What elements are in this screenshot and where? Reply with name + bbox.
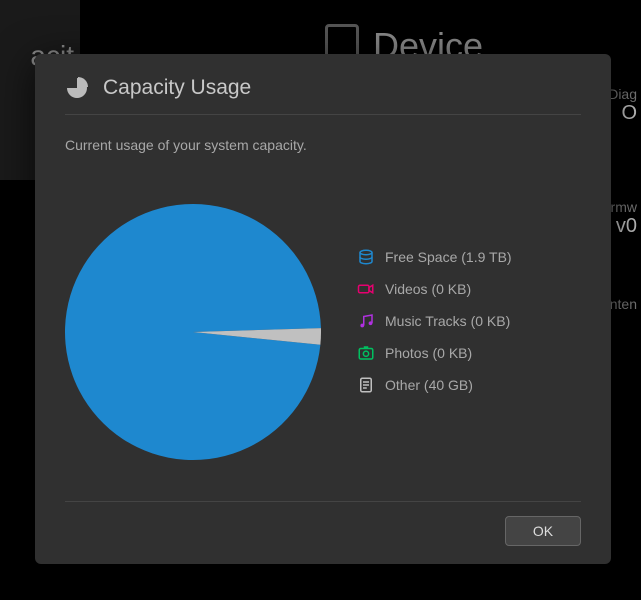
legend-row: Videos (0 KB) [357,280,512,298]
legend-row: Music Tracks (0 KB) [357,312,512,330]
ok-button[interactable]: OK [505,516,581,546]
dialog-footer: OK [65,501,581,546]
legend-label: Free Space (1.9 TB) [385,249,512,265]
legend-label: Photos (0 KB) [385,345,472,361]
disk-icon [357,248,375,266]
pie-chart-icon [65,76,89,100]
dialog-header: Capacity Usage [65,76,581,115]
legend-row: Free Space (1.9 TB) [357,248,512,266]
legend: Free Space (1.9 TB) Videos (0 KB) Music Tr… [357,248,512,394]
document-icon [357,376,375,394]
legend-label: Music Tracks (0 KB) [385,313,510,329]
legend-label: Other (40 GB) [385,377,473,393]
photo-icon [357,344,375,362]
camera-icon [357,280,375,298]
capacity-usage-dialog: Capacity Usage Current usage of your sys… [35,54,611,564]
capacity-pie-chart [65,204,321,460]
dialog-subtitle: Current usage of your system capacity. [65,137,581,153]
music-icon [357,312,375,330]
legend-row: Other (40 GB) [357,376,512,394]
legend-label: Videos (0 KB) [385,281,471,297]
legend-row: Photos (0 KB) [357,344,512,362]
dialog-title: Capacity Usage [103,76,251,100]
